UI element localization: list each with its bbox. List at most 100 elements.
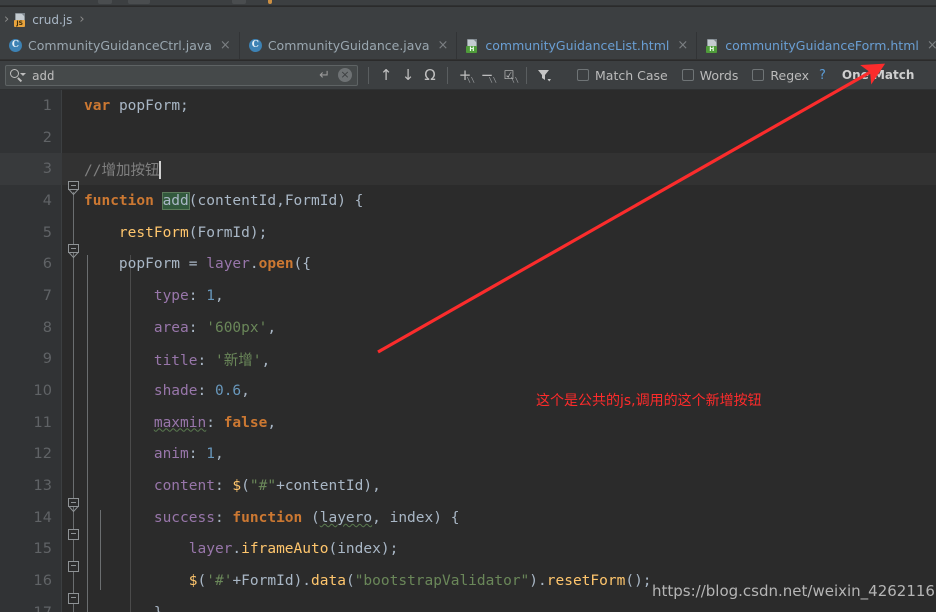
toolbar-button-stub[interactable] <box>268 0 272 4</box>
code-line[interactable]: 7 type: 1, <box>0 280 936 312</box>
select-all-occurrences-icon[interactable]: ☑ \\ <box>498 64 520 86</box>
code-line[interactable]: 11 maxmin: false, <box>0 407 936 439</box>
filter-search-results-icon[interactable] <box>533 64 555 86</box>
breadcrumb-item-crud-js[interactable]: JS crud.js <box>11 12 75 27</box>
code-token: ( <box>241 478 250 495</box>
remove-occurrence-icon[interactable]: − \\ <box>476 64 498 86</box>
indent-guide <box>130 255 131 612</box>
code-token: index <box>389 509 434 526</box>
code-token: ( <box>328 541 338 558</box>
code-token: function <box>84 192 154 209</box>
code-token: iframeAuto <box>241 541 329 558</box>
enter-icon[interactable]: ↵ <box>319 68 330 83</box>
line-number: 13 <box>33 478 52 495</box>
code-token: ). <box>529 573 547 590</box>
code-editor[interactable]: 1 var popForm; 2 3//增加按钮 4 function add(conte… <box>0 90 936 612</box>
checkbox-box[interactable] <box>752 69 765 81</box>
fold-marker-end[interactable] <box>68 561 79 572</box>
tab-close-icon[interactable]: × <box>927 39 936 52</box>
search-icon[interactable] <box>10 68 26 82</box>
find-toolbar: add ↵ × ↑ ↓ Ω + \\ − \\ ☑ \\ Match Case … <box>0 61 936 90</box>
line-number: 2 <box>42 129 52 146</box>
code-token: FormId <box>284 192 338 209</box>
fold-region-line <box>87 255 88 612</box>
regex-help-icon[interactable]: ? <box>819 68 826 83</box>
code-line[interactable]: 6 popForm = layer.open({ <box>0 248 936 280</box>
checkbox-box[interactable] <box>681 69 694 81</box>
toolbar-divider <box>526 66 527 84</box>
code-token: ); <box>249 224 268 241</box>
tab-close-icon[interactable]: × <box>438 39 449 52</box>
tab-close-icon[interactable]: × <box>677 39 688 52</box>
tab-community-guidance-list-html[interactable]: H communityGuidanceList.html × <box>457 32 698 59</box>
tab-community-guidance-ctrl-java[interactable]: C CommunityGuidanceCtrl.java × <box>0 32 240 59</box>
code-token: data <box>311 573 346 590</box>
tab-close-icon[interactable]: × <box>220 39 231 52</box>
code-token: maxmin <box>153 414 207 431</box>
line-number: 12 <box>33 446 52 463</box>
words-checkbox[interactable]: Words <box>681 68 738 83</box>
code-token: ( <box>345 573 355 590</box>
code-token: false <box>223 414 268 431</box>
code-line[interactable]: 9 title: '新增', <box>0 344 936 376</box>
code-token: , <box>372 509 390 526</box>
fold-marker-collapse[interactable] <box>68 244 79 258</box>
tab-community-guidance-form-html[interactable]: H communityGuidanceForm.html × <box>697 32 936 59</box>
code-token: , <box>276 192 285 209</box>
find-next-icon[interactable]: ↓ <box>397 64 419 86</box>
fold-marker-end[interactable] <box>68 529 79 540</box>
funnel-icon <box>538 70 551 82</box>
find-previous-icon[interactable]: ↑ <box>375 64 397 86</box>
code-token: , <box>214 287 224 304</box>
code-text: type: 1, <box>84 288 224 304</box>
line-number: 17 <box>0 605 52 612</box>
line-number: 6 <box>42 256 52 273</box>
code-text: popForm = layer.open({ <box>84 256 311 272</box>
search-input[interactable]: add ↵ × <box>5 64 358 86</box>
toolbar-button-stub[interactable] <box>128 0 150 4</box>
code-token: contentId <box>197 192 277 209</box>
js-file-icon: JS <box>14 12 27 27</box>
code-line[interactable]: 3 //增加按钮 <box>0 153 936 186</box>
find-all-occurrences-icon[interactable]: Ω <box>419 64 441 86</box>
code-line[interactable]: 10 shade: 0.6, <box>0 375 936 407</box>
code-line[interactable]: 13 content: $("#"+contentId), <box>0 470 936 502</box>
clear-icon[interactable]: × <box>338 68 352 82</box>
code-line[interactable]: 2 <box>0 122 936 154</box>
match-case-checkbox[interactable]: Match Case <box>577 68 668 83</box>
code-line[interactable]: 8 area: '600px', <box>0 312 936 344</box>
code-token: contentId <box>284 478 364 495</box>
code-token: 1 <box>206 446 215 463</box>
fold-marker-collapse[interactable] <box>68 181 79 195</box>
code-token: restForm <box>118 224 189 241</box>
code-line[interactable]: 5 restForm(FormId); <box>0 217 936 249</box>
code-token: ( <box>302 509 320 526</box>
code-token: = <box>180 256 207 273</box>
fold-marker-end[interactable] <box>68 593 79 604</box>
toolbar-button-stub[interactable] <box>232 0 246 4</box>
regex-checkbox[interactable]: Regex <box>752 68 809 83</box>
line-number: 10 <box>33 383 52 400</box>
code-token: : <box>188 319 207 336</box>
code-text: anim: 1, <box>84 446 224 462</box>
code-token: ( <box>188 224 198 241</box>
code-token: ( <box>197 573 207 590</box>
code-line[interactable]: 14 success: function (layero, index) { <box>0 502 936 534</box>
line-number: 1 <box>42 97 52 114</box>
code-line[interactable]: 12 anim: 1, <box>0 439 936 471</box>
code-lines[interactable]: 1 var popForm; 2 3//增加按钮 4 function add(conte… <box>0 90 936 612</box>
tab-community-guidance-java[interactable]: C CommunityGuidance.java × <box>240 32 458 59</box>
code-text: restForm(FormId); <box>84 225 267 241</box>
checkbox-box[interactable] <box>577 69 589 81</box>
code-line[interactable]: 15 layer.iframeAuto(index); <box>0 534 936 566</box>
text-caret <box>159 160 161 179</box>
code-line[interactable]: 1 var popForm; <box>0 90 936 122</box>
toolbar-button-stub[interactable] <box>98 0 112 4</box>
line-number: 16 <box>33 573 52 590</box>
code-line[interactable]: 4 function add(contentId,FormId) { <box>0 185 936 217</box>
add-selection-icon[interactable]: + \\ <box>454 64 476 86</box>
fold-marker-collapse[interactable] <box>68 498 79 512</box>
code-token: : <box>214 478 233 495</box>
